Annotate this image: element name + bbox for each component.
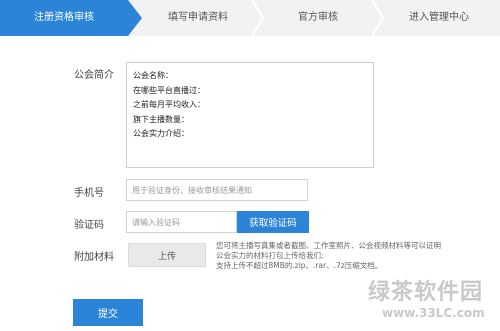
code-label: 验证码: [74, 220, 104, 231]
hint-line: 支持上传不超过8MB的.zip、.rar、.7z压缩文档。: [216, 261, 383, 270]
watermark: 绿茶软件园 www.33LC.com: [352, 272, 498, 328]
step-1-active: 注册资格审核: [0, 0, 142, 36]
intro-line: 之前每月平均收入：: [133, 100, 205, 109]
submit-button[interactable]: 提交: [73, 299, 143, 326]
code-input[interactable]: 请输入验证码: [126, 211, 237, 233]
phone-label: 手机号: [74, 188, 104, 199]
watermark-text: 绿茶软件园: [368, 280, 484, 305]
hint-line: 公会实力的材料打包上传给我们;: [216, 251, 324, 260]
watermark-url: www.33LC.com: [382, 306, 485, 320]
get-code-button[interactable]: 获取验证码: [237, 211, 309, 233]
hint-line: 您可将主播写真集或者截图、工作室照片、公会视频材料等可以证明: [216, 241, 441, 250]
intro-line: 旗下主播数量：: [133, 114, 189, 124]
phone-placeholder: 用于验证身份、接收审核结果通知: [132, 185, 252, 195]
intro-line: 公会实力介绍：: [133, 129, 189, 138]
phone-input[interactable]: 用于验证身份、接收审核结果通知: [126, 179, 308, 201]
progress-steps: 注册资格审核 填写申请资料 官方审核 进入管理中心: [0, 0, 500, 36]
code-placeholder: 请输入验证码: [132, 217, 180, 227]
intro-line: 公会名称：: [133, 71, 173, 80]
upload-hint: 您可将主播写真集或者截图、工作室照片、公会视频材料等可以证明 公会实力的材料打包…: [216, 241, 456, 271]
intro-line: 在哪些平台直播过：: [133, 85, 205, 95]
intro-textarea[interactable]: 公会名称： 在哪些平台直播过： 之前每月平均收入： 旗下主播数量： 公会实力介绍…: [126, 62, 374, 168]
step-4: 进入管理中心: [409, 12, 469, 23]
upload-button[interactable]: 上传: [128, 243, 206, 267]
step-2: 填写申请资料: [168, 12, 228, 23]
attach-label: 附加材料: [74, 252, 114, 263]
intro-label: 公会简介: [74, 70, 114, 81]
step-3: 官方审核: [298, 12, 338, 23]
